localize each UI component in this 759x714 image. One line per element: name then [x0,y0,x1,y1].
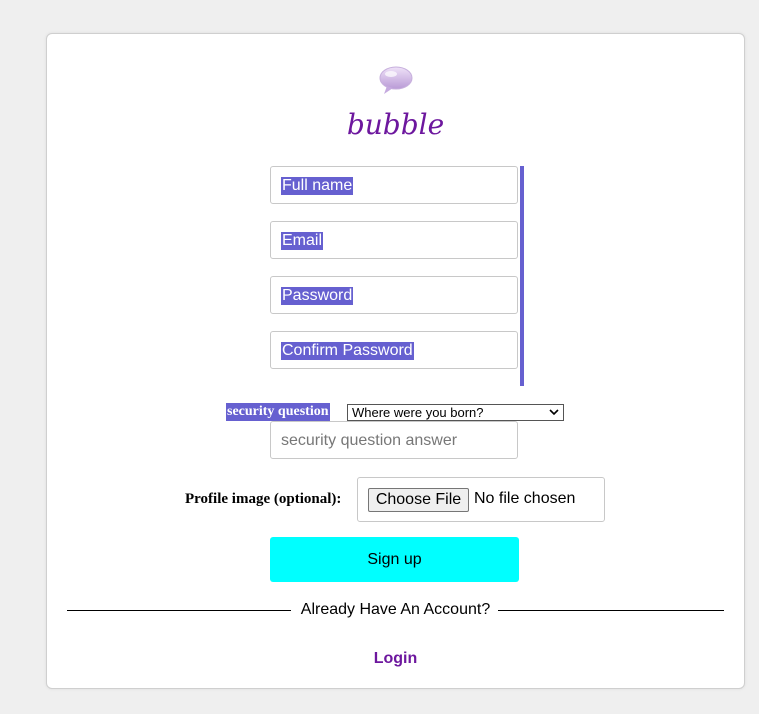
signup-button[interactable]: Sign up [270,537,519,582]
profile-image-input: Choose File No file chosen [357,477,605,522]
full-name-field[interactable]: Full name [270,166,518,204]
confirm-password-placeholder: Confirm Password [281,342,414,360]
password-placeholder: Password [281,287,354,305]
security-question-value: Where were you born? [352,405,484,420]
security-question-label: security question [226,403,330,421]
password-field[interactable]: Password [270,276,518,314]
full-name-placeholder: Full name [281,177,354,195]
selection-highlight-bar [520,166,524,386]
divider-line-right [498,610,724,611]
security-question-select[interactable]: Where were you born? [347,404,564,421]
profile-image-label: Profile image (optional): [185,491,342,507]
choose-file-button[interactable]: Choose File [368,488,469,512]
security-answer-placeholder: security question answer [281,432,458,449]
brand-name: bubble [346,108,445,141]
confirm-password-field[interactable]: Confirm Password [270,331,518,369]
signup-card: bubble Full name Email Password Confirm … [46,33,745,689]
email-placeholder: Email [281,232,324,250]
login-link[interactable]: Login [47,650,744,668]
email-field[interactable]: Email [270,221,518,259]
speech-bubble-icon [379,66,413,94]
file-status: No file chosen [474,490,576,507]
security-answer-field[interactable]: security question answer [270,421,518,459]
chevron-down-icon [549,409,559,416]
login-link-label[interactable]: Login [374,650,418,667]
